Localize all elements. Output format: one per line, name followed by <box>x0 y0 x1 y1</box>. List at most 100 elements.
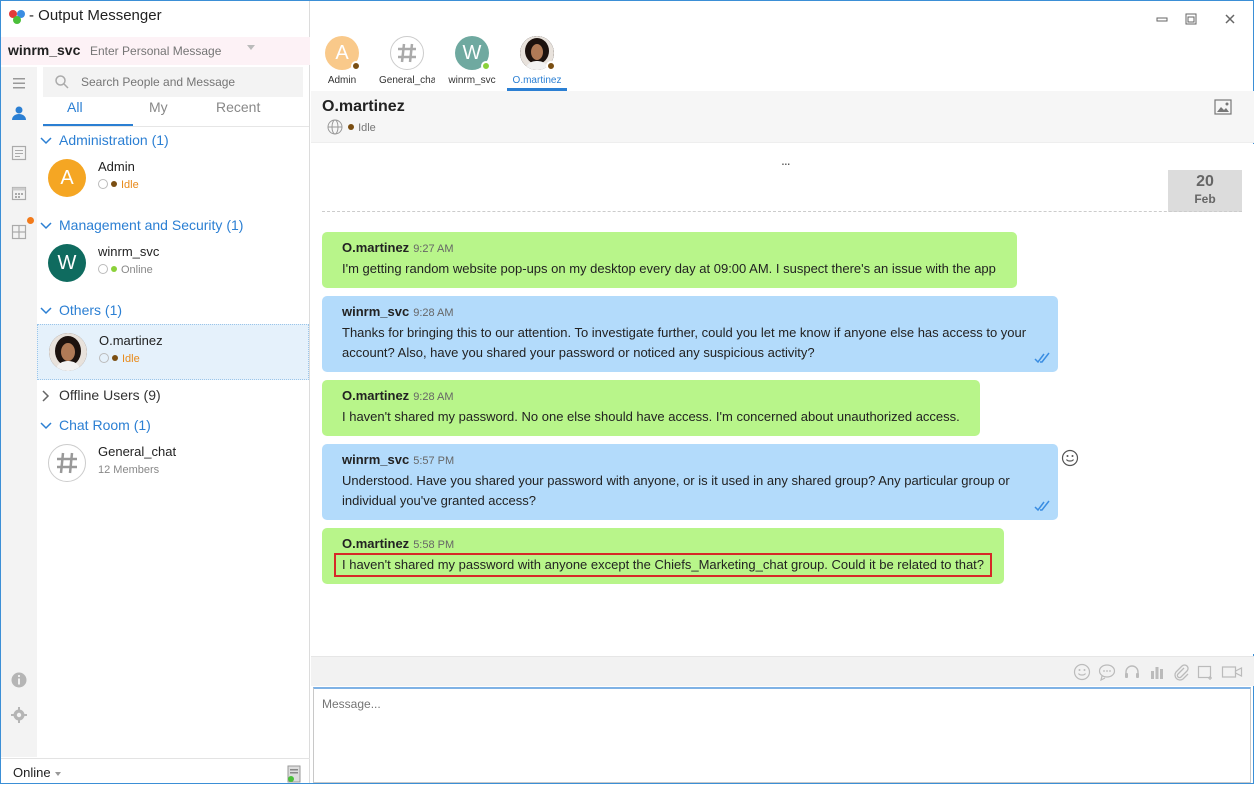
image-gallery-icon[interactable] <box>1214 99 1232 115</box>
member-count: 12 Members <box>98 464 160 476</box>
message-bubble[interactable]: winrm_svc 5:57 PM Understood. Have you sh… <box>322 444 1058 520</box>
message-list: ... 20 Feb O.martinez 9:27 AM I'm getting… <box>311 144 1254 654</box>
chat-contact-name: O.martinez <box>322 98 405 115</box>
contact-name: General_chat <box>98 444 177 459</box>
chat-tab-label: O.martinez <box>512 75 562 86</box>
status-bar: Online <box>1 758 310 783</box>
minimize-icon[interactable] <box>1154 11 1170 27</box>
chat-tab-o-martinez[interactable]: O.martinez <box>507 36 567 91</box>
idle-status-dot <box>348 124 355 130</box>
close-icon[interactable] <box>1222 11 1238 27</box>
message-bubble[interactable]: O.martinez 9:28 AM I haven't shared my pa… <box>322 380 980 436</box>
message-time: 5:58 PM <box>413 539 455 551</box>
message-sender: winrm_svc <box>342 452 410 467</box>
date-divider-line <box>322 211 1242 212</box>
contact-admin[interactable]: A Admin Idle <box>37 151 309 207</box>
personal-message-dropdown-icon[interactable] <box>247 45 255 50</box>
hashtag-icon <box>57 452 77 474</box>
chat-header: O.martinez Idle <box>311 91 1254 143</box>
load-more-messages[interactable]: ... <box>781 152 791 168</box>
date-separator: 20 Feb <box>1168 170 1242 212</box>
composer-toolbar <box>311 656 1254 686</box>
chat-tab-admin[interactable]: A Admin <box>312 36 372 91</box>
menu-icon[interactable] <box>10 74 28 92</box>
tab-my[interactable]: My <box>149 99 168 115</box>
presence-dropdown-icon[interactable] <box>55 772 61 776</box>
chevron-down-icon <box>40 222 52 230</box>
globe-icon <box>327 119 343 135</box>
chat-tab-label: General_chat <box>379 75 435 86</box>
search-box[interactable] <box>43 67 303 97</box>
headset-icon[interactable] <box>1123 663 1141 681</box>
add-reaction-icon[interactable] <box>1061 449 1079 467</box>
user-bar: winrm_svc <box>1 37 310 65</box>
calendar-icon[interactable] <box>10 184 28 202</box>
chat-tab-label: Admin <box>327 75 357 86</box>
emoji-icon[interactable] <box>1073 663 1091 681</box>
group-offline-users[interactable]: Offline Users (9) <box>39 387 161 403</box>
idle-status-dot <box>112 355 118 361</box>
message-bubble[interactable]: O.martinez 5:58 PM I haven't shared my pa… <box>322 528 1004 584</box>
message-text: I haven't shared my password with anyone… <box>334 553 992 577</box>
chat-contact-status: Idle <box>327 119 376 135</box>
contact-status: Online <box>98 264 153 276</box>
chat-tab-general-chat[interactable]: General_chat <box>377 36 437 91</box>
group-management-security[interactable]: Management and Security (1) <box>39 217 243 233</box>
attachment-icon[interactable] <box>1172 663 1190 681</box>
chatroom-general-chat[interactable]: General_chat 12 Members <box>37 436 309 492</box>
tab-all[interactable]: All <box>67 99 83 115</box>
group-label: Administration (1) <box>59 132 169 148</box>
screenshot-icon[interactable] <box>1196 663 1214 681</box>
message-time: 5:57 PM <box>413 455 455 467</box>
message-composer <box>313 687 1251 783</box>
read-check-icon <box>1034 500 1050 512</box>
info-icon[interactable] <box>10 671 28 689</box>
app-title: - Output Messenger <box>29 7 162 24</box>
window-controls <box>1150 11 1240 29</box>
contact-winrm-svc[interactable]: W winrm_svc Online <box>37 236 309 292</box>
person-photo-icon <box>49 333 87 371</box>
presence-select[interactable]: Online <box>13 765 51 780</box>
group-label: Management and Security (1) <box>59 217 244 233</box>
message-sender: O.martinez <box>342 388 410 403</box>
message-time: 9:28 AM <box>413 391 454 403</box>
message-sender: winrm_svc <box>342 304 410 319</box>
contacts-icon[interactable] <box>10 104 28 122</box>
chevron-down-icon <box>40 137 52 145</box>
tab-recent[interactable]: Recent <box>216 99 260 115</box>
chevron-down-icon <box>40 422 52 430</box>
notes-icon[interactable] <box>10 144 28 162</box>
avatar <box>48 444 86 482</box>
left-panel: - Output Messenger winrm_svc Enter Perso… <box>1 1 310 783</box>
apps-notification-dot <box>27 217 34 224</box>
contact-tabs: All My Recent <box>43 97 309 127</box>
avatar: W <box>455 36 491 71</box>
current-username: winrm_svc <box>8 42 81 58</box>
settings-icon[interactable] <box>10 706 28 724</box>
chat-bubble-icon[interactable] <box>1098 663 1116 681</box>
avatar <box>49 333 87 371</box>
message-input[interactable] <box>314 689 1250 782</box>
apps-icon[interactable] <box>10 223 28 241</box>
group-administration[interactable]: Administration (1) <box>39 132 169 148</box>
group-others[interactable]: Others (1) <box>39 302 122 318</box>
server-status-icon[interactable] <box>287 765 301 783</box>
icon-rail <box>1 67 37 757</box>
hashtag-icon <box>398 43 416 63</box>
message-text: Thanks for bringing this to our attentio… <box>342 325 1027 360</box>
message-sender: O.martinez <box>342 536 410 551</box>
video-call-icon[interactable] <box>1221 663 1243 681</box>
message-bubble[interactable]: O.martinez 9:27 AM I'm getting random web… <box>322 232 1017 288</box>
globe-icon <box>98 264 108 274</box>
contact-name: O.martinez <box>99 333 163 348</box>
date-month: Feb <box>1194 192 1216 206</box>
personal-message-input[interactable] <box>87 41 259 61</box>
message-bubble[interactable]: winrm_svc 9:28 AM Thanks for bringing thi… <box>322 296 1058 372</box>
poll-chart-icon[interactable] <box>1148 663 1166 681</box>
group-chat-room[interactable]: Chat Room (1) <box>39 417 151 433</box>
search-input[interactable] <box>81 73 291 91</box>
contact-o-martinez[interactable]: O.martinez Idle <box>37 324 309 380</box>
chat-tab-winrm-svc[interactable]: W winrm_svc <box>442 36 502 91</box>
contact-name: winrm_svc <box>98 244 160 259</box>
maximize-icon[interactable] <box>1183 11 1199 27</box>
